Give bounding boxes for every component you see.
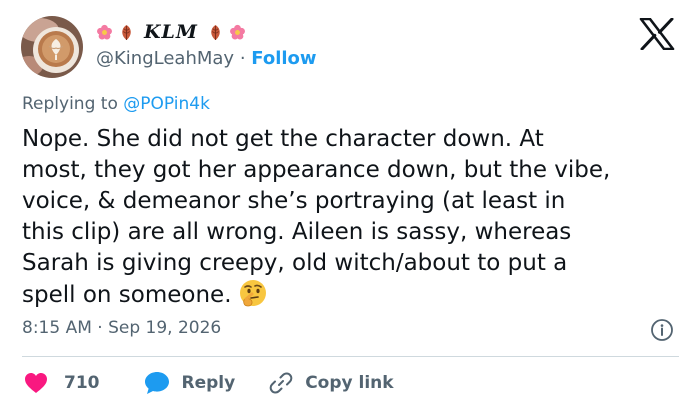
avatar[interactable]	[21, 16, 83, 78]
divider	[22, 356, 679, 357]
reply-button[interactable]: Reply	[144, 371, 236, 395]
replying-to: Replying to @POPin4k	[22, 94, 210, 114]
flower-icon	[229, 24, 245, 39]
x-logo-icon[interactable]	[639, 18, 675, 50]
copy-link-label: Copy link	[305, 373, 394, 393]
display-name-row[interactable]: KLM	[96, 16, 246, 48]
tweet-timestamp[interactable]: 8:15 AM · Sep 19, 2026	[22, 318, 221, 338]
follow-button[interactable]: Follow	[251, 48, 316, 69]
display-name[interactable]: KLM	[144, 21, 198, 43]
separator-dot: ·	[239, 48, 246, 69]
tweet-body: Nope. She did not get the character down…	[22, 126, 611, 308]
leaf-icon	[211, 24, 220, 40]
replying-to-label: Replying to	[22, 94, 118, 114]
reply-bubble-icon	[144, 372, 169, 394]
leaf-icon	[122, 24, 131, 40]
reply-mention-link[interactable]: @POPin4k	[123, 94, 210, 114]
flower-icon	[97, 24, 112, 39]
coffee-latte-art-avatar-icon	[21, 16, 83, 78]
tweet-card: KLM @KingLeahMay · Follow Replying to @P…	[0, 0, 700, 410]
action-bar: 710 Reply Copy link	[24, 370, 394, 396]
like-count: 710	[64, 373, 100, 393]
user-handle[interactable]: @KingLeahMay	[96, 48, 234, 69]
link-icon	[269, 372, 293, 394]
reply-label: Reply	[181, 373, 236, 393]
copy-link-button[interactable]: Copy link	[269, 371, 394, 395]
handle-row: @KingLeahMay · Follow	[96, 48, 317, 69]
info-icon[interactable]	[650, 318, 674, 342]
tweet-text: Nope. She did not get the character down…	[22, 124, 682, 311]
thinking-face-emoji-icon	[239, 280, 266, 307]
heart-icon	[25, 373, 47, 393]
like-button[interactable]: 710	[24, 372, 100, 394]
